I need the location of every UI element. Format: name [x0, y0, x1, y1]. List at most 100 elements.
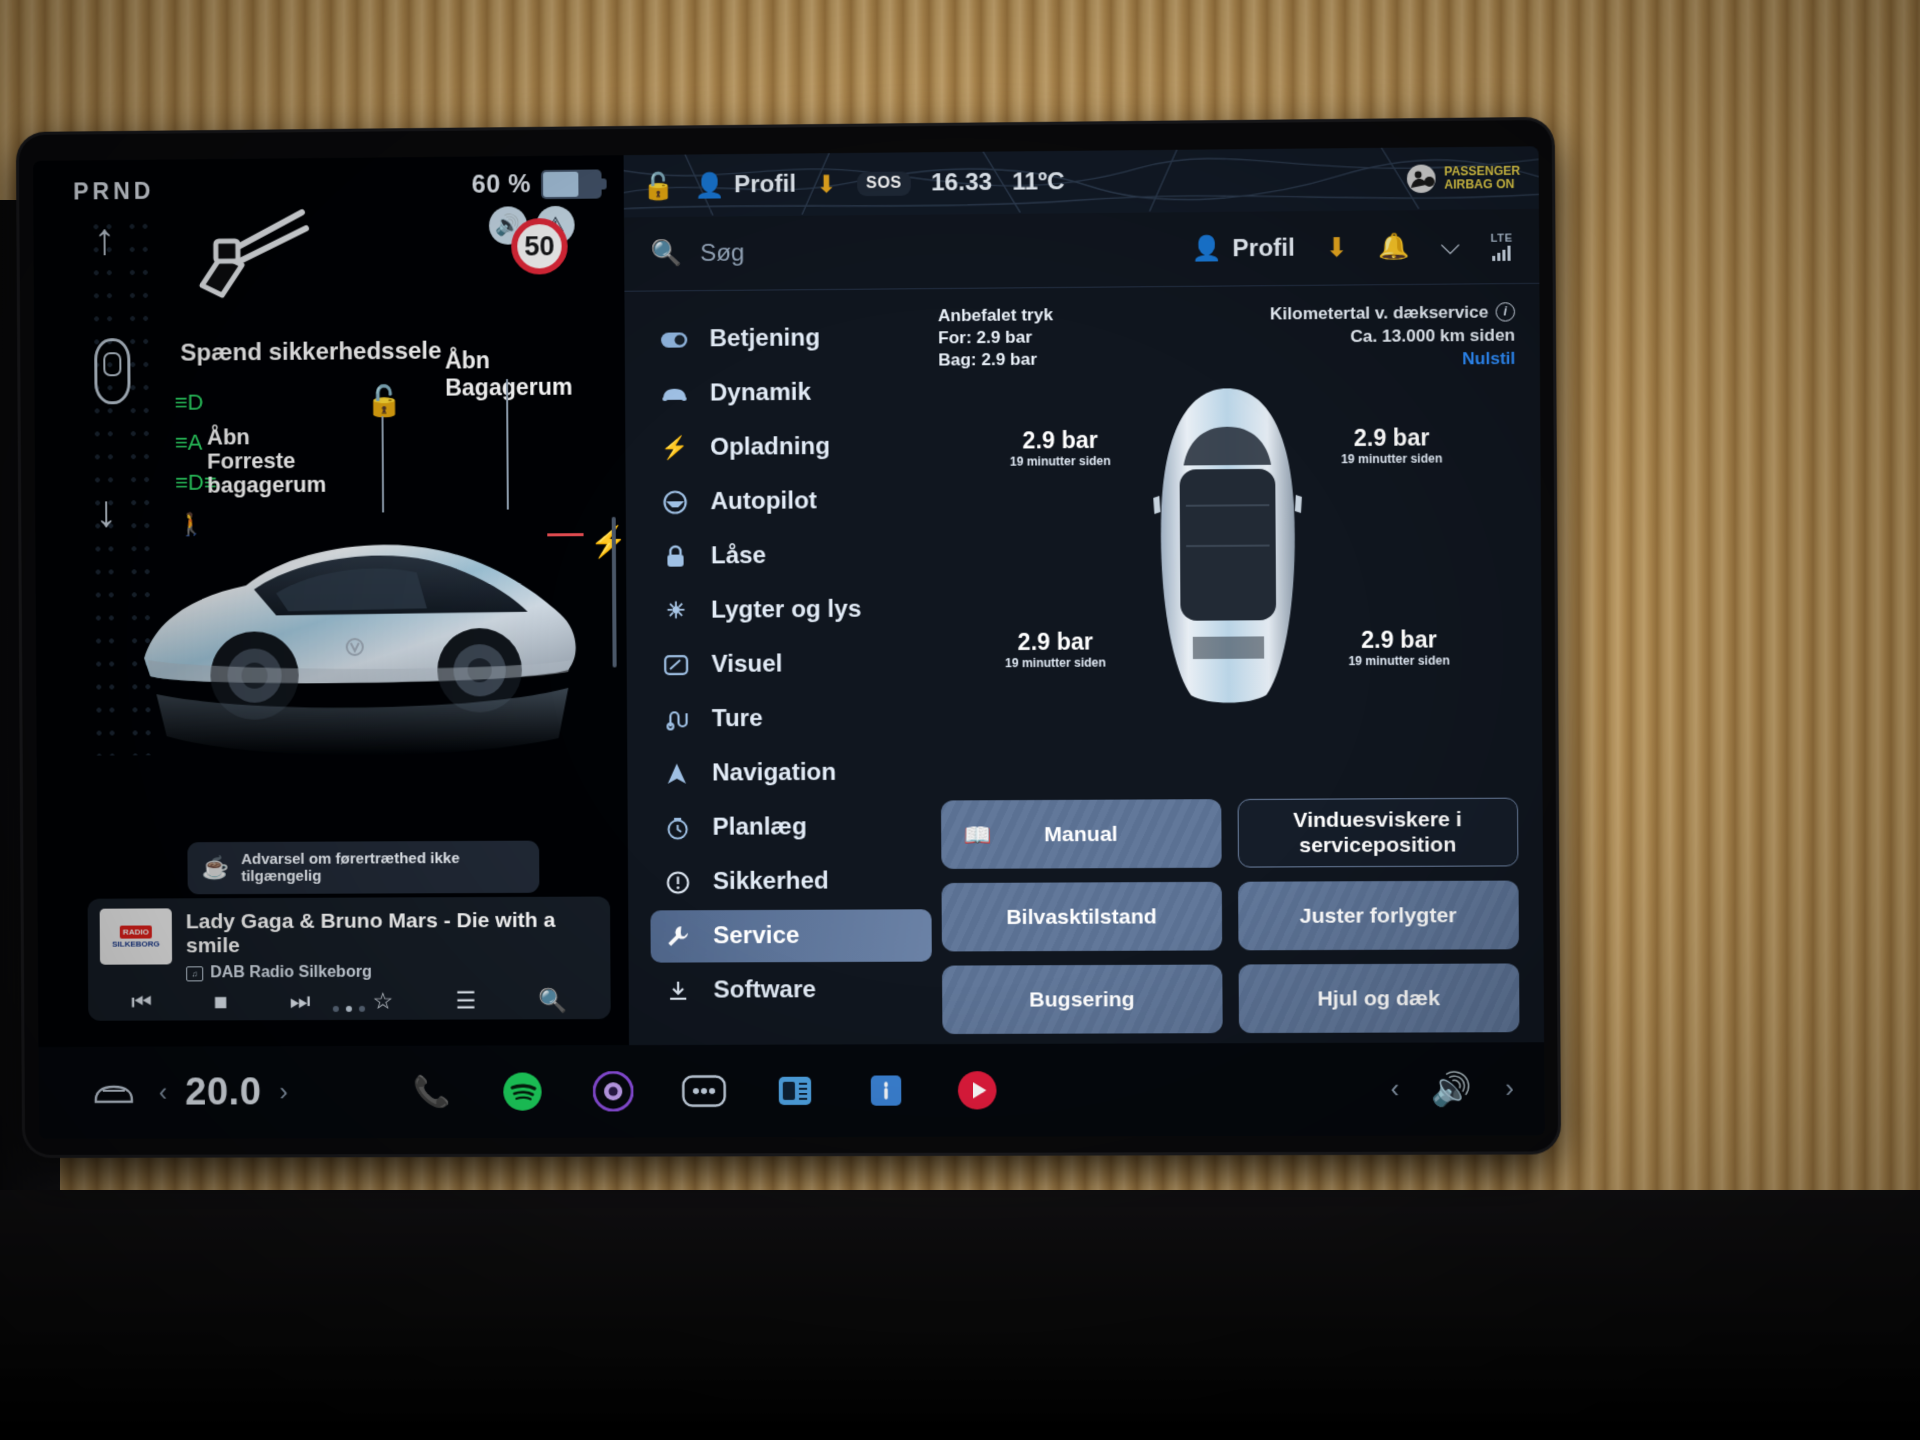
unlock-icon-top[interactable]: 🔓	[642, 170, 675, 201]
menu-label: Autopilot	[710, 487, 818, 516]
charge-bolt-icon: ⚡	[589, 525, 628, 560]
media-source-label: DAB Radio Silkeborg	[210, 963, 372, 982]
track-title: Lady Gaga & Bruno Mars - Die with a smil…	[185, 908, 556, 958]
volume-decrease-button[interactable]: ‹	[1391, 1075, 1400, 1104]
calendar-icon[interactable]	[771, 1068, 818, 1114]
menu-item-sikkerhed[interactable]: Sikkerhed	[650, 855, 931, 909]
menu-item-autopilot[interactable]: Autopilot	[648, 474, 929, 528]
trip-icon	[663, 707, 689, 731]
media-player-card[interactable]: RADIO SILKEBORG Lady Gaga & Bruno Mars -…	[87, 896, 611, 1021]
spotify-icon[interactable]	[499, 1068, 546, 1114]
info-icon[interactable]: i	[1495, 302, 1516, 322]
sos-button[interactable]: SOS	[856, 171, 911, 197]
vehicle-controls-icon[interactable]	[69, 1082, 159, 1104]
button-label: Bugsering	[1029, 987, 1135, 1012]
tire-updated-label: 19 minutter siden	[1348, 653, 1450, 669]
drowsiness-warning-text: Advarsel om førertræthed ikke tilgængeli…	[240, 849, 460, 886]
menu-label: Dynamik	[709, 378, 812, 407]
rear-trunk-label[interactable]: Åbn Bagagerum	[445, 346, 573, 401]
speed-limit-sign: 50	[511, 217, 568, 275]
album-line1: RADIO	[119, 924, 152, 939]
media-icon[interactable]	[953, 1067, 1000, 1113]
light-icon: ☀	[665, 597, 686, 623]
menu-label: Låse	[710, 541, 767, 570]
tire-rear-right: 2.9 bar 19 minutter siden	[1348, 626, 1450, 669]
navigation-icon	[664, 762, 690, 786]
menu-item-opladning[interactable]: ⚡ Opladning	[647, 420, 928, 474]
download-icon	[665, 980, 691, 1002]
info-icon[interactable]	[862, 1067, 909, 1113]
ego-car-icon	[94, 338, 131, 405]
temp-increase-button[interactable]: ›	[279, 1078, 288, 1107]
reset-odometer-link[interactable]: Nulstil	[1270, 347, 1515, 372]
tire-pressure-value: 2.9 bar	[1353, 424, 1430, 452]
menu-item-software[interactable]: Software	[651, 964, 932, 1017]
manual-button[interactable]: 📖 Manual	[940, 799, 1222, 869]
profile-button[interactable]: 👤 Profil	[1192, 233, 1295, 263]
driving-visualization-panel: PRND 60 % 🔊 ⚠ 50 ↑ ↓	[33, 155, 630, 1047]
camera-icon[interactable]	[589, 1068, 636, 1114]
menu-item-dynamik[interactable]: Dynamik	[647, 366, 928, 421]
service-actions-grid: 📖 Manual Vinduesviskere i servicepositio…	[940, 797, 1520, 1035]
search-container[interactable]: 🔍	[650, 235, 1175, 269]
menu-item-service[interactable]: Service	[650, 909, 932, 963]
seatbelt-warning-text: Spænd sikkerhedssele	[180, 337, 442, 367]
toggle-icon	[660, 331, 688, 348]
tire-updated-label: 19 minutter siden	[1340, 451, 1443, 467]
temp-decrease-button[interactable]: ‹	[159, 1078, 168, 1107]
menu-label: Service	[713, 921, 800, 950]
front-trunk-label[interactable]: Åbn Forreste bagagerum	[207, 424, 326, 497]
drowsiness-warning-toast[interactable]: ☕ Advarsel om førertræthed ikke tilgænge…	[187, 840, 540, 895]
menu-label: Planlæg	[712, 813, 807, 841]
screen-bezel: PRND 60 % 🔊 ⚠ 50 ↑ ↓	[18, 119, 1559, 1156]
menu-item-ture[interactable]: Ture	[649, 692, 930, 746]
button-label: Manual	[1044, 822, 1118, 846]
battery-status[interactable]: 60 %	[472, 169, 602, 200]
menu-item-navigation[interactable]: Navigation	[649, 746, 930, 800]
menu-item-planlaeg[interactable]: Planlæg	[650, 801, 931, 855]
media-source-row: ♫ DAB Radio Silkeborg	[186, 963, 598, 983]
towing-button[interactable]: Bugsering	[942, 964, 1223, 1035]
tire-pressure-value: 2.9 bar	[1022, 426, 1098, 454]
phone-icon[interactable]: 📞	[408, 1069, 455, 1115]
wrench-icon	[665, 924, 691, 948]
front-trunk-indicator-row[interactable]: ≡A	[174, 429, 203, 455]
unlock-icon[interactable]: 🔓	[365, 384, 403, 419]
tire-updated-label: 19 minutter siden	[1004, 655, 1106, 671]
car-wash-mode-button[interactable]: Bilvasktilstand	[941, 881, 1222, 952]
cellular-signal-indicator[interactable]: LTE	[1491, 232, 1513, 261]
volume-increase-button[interactable]: ›	[1505, 1074, 1514, 1103]
button-label: Hjul og dæk	[1317, 986, 1440, 1011]
volume-icon[interactable]: 🔊	[1432, 1070, 1473, 1109]
lane-arrow-up-icon: ↑	[93, 215, 116, 265]
menu-item-visuel[interactable]: Visuel	[649, 637, 930, 691]
profile-top-button[interactable]: 👤 Profil	[695, 170, 796, 200]
wipers-service-position-button[interactable]: Vinduesviskere i serviceposition	[1237, 797, 1519, 868]
notification-bell-icon[interactable]: 🔔	[1378, 232, 1410, 262]
more-icon[interactable]	[680, 1068, 727, 1114]
wheels-and-tires-button[interactable]: Hjul og dæk	[1238, 963, 1520, 1034]
search-input[interactable]	[699, 236, 1004, 268]
lane-arrow-down-icon: ↓	[95, 487, 118, 537]
signal-bars-icon	[1492, 245, 1511, 261]
tire-front-left: 2.9 bar 19 minutter siden	[1010, 426, 1111, 470]
menu-item-lygter-og-lys[interactable]: ☀ Lygter og lys	[648, 583, 929, 637]
climate-temperature-value[interactable]: 20.0	[185, 1071, 261, 1114]
menu-item-betjening[interactable]: Betjening	[647, 311, 928, 366]
app-launcher-row: 📞	[408, 1067, 1000, 1115]
headlight-indicator-row: ≡D	[175, 390, 204, 415]
outside-temperature-label: 11ºC	[1012, 168, 1065, 196]
software-download-icon[interactable]: ⬇	[1325, 232, 1347, 263]
passenger-airbag-indicator: PASSENGER AIRBAG ON	[1405, 163, 1520, 194]
speed-and-alerts-cluster: 🔊 ⚠ 50	[488, 205, 600, 287]
menu-item-laase[interactable]: Låse	[648, 529, 929, 583]
download-icon-top[interactable]: ⬇	[816, 170, 837, 199]
tire-pressure-section: Anbefalet tryk For: 2.9 bar Bag: 2.9 bar…	[928, 284, 1544, 1044]
search-row: 🔍 👤 Profil ⬇ 🔔 ⌵ LTE	[623, 208, 1540, 292]
auto-headlight-icon: ≡A	[174, 429, 203, 455]
airbag-icon	[1406, 164, 1436, 194]
lock-icon	[662, 544, 688, 568]
bluetooth-icon[interactable]: ⌵	[1441, 232, 1461, 261]
climate-control[interactable]: ‹ 20.0 ›	[159, 1071, 288, 1114]
adjust-headlights-button[interactable]: Juster forlygter	[1237, 880, 1519, 951]
